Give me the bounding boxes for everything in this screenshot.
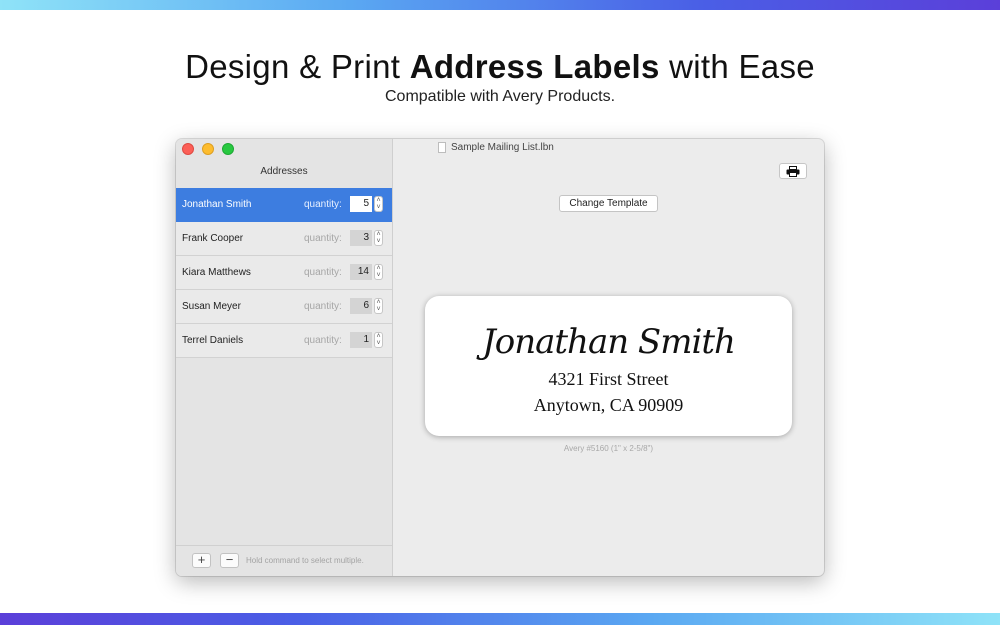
selection-hint: Hold command to select multiple. [246,556,364,565]
headline-text-post: with Ease [659,48,815,85]
template-caption: Avery #5160 (1" x 2-5/8") [563,444,654,453]
print-button[interactable] [779,163,807,179]
quantity-field[interactable]: 6 [350,298,372,314]
window-title: Sample Mailing List.lbn [438,142,554,153]
sidebar-title: Addresses [260,166,308,177]
document-title: Sample Mailing List.lbn [451,142,554,153]
chevron-up-icon[interactable]: ˄ [375,333,382,340]
bottom-gradient-bar [0,613,1000,625]
quantity-label: quantity: [304,267,342,278]
chevron-down-icon[interactable]: ˅ [375,238,382,245]
label-recipient-name: Jonathan Smith [482,322,736,362]
quantity-field[interactable]: 1 [350,332,372,348]
quantity-label: quantity: [304,233,342,244]
address-row[interactable]: Jonathan Smith quantity: 5 ˄ ˅ [176,188,392,222]
chevron-up-icon[interactable]: ˄ [375,197,382,204]
address-name: Jonathan Smith [182,199,252,210]
quantity-label: quantity: [304,301,342,312]
chevron-down-icon[interactable]: ˅ [375,340,382,347]
chevron-down-icon[interactable]: ˅ [375,306,382,313]
quantity-label: quantity: [304,199,342,210]
quantity-field[interactable]: 5 [350,196,372,212]
chevron-down-icon[interactable]: ˅ [375,272,382,279]
address-name: Susan Meyer [182,301,241,312]
address-row[interactable]: Susan Meyer quantity: 6 ˄ ˅ [176,290,392,324]
chevron-up-icon[interactable]: ˄ [375,231,382,238]
quantity-stepper[interactable]: ˄ ˅ [374,332,383,348]
top-gradient-bar [0,0,1000,10]
quantity-field[interactable]: 14 [350,264,372,280]
address-name: Kiara Matthews [182,267,251,278]
address-row[interactable]: Frank Cooper quantity: 3 ˄ ˅ [176,222,392,256]
headline-text-bold: Address Labels [409,48,660,85]
sidebar-footer: + − Hold command to select multiple. [176,545,392,576]
quantity-stepper[interactable]: ˄ ˅ [374,230,383,246]
address-name: Frank Cooper [182,233,244,244]
address-row[interactable]: Kiara Matthews quantity: 14 ˄ ˅ [176,256,392,290]
chevron-up-icon[interactable]: ˄ [375,299,382,306]
label-city-state-zip: Anytown, CA 90909 [533,395,684,415]
app-window: Addresses Jonathan Smith quantity: 5 ˄ ˅ … [176,139,824,576]
addresses-sidebar: Addresses Jonathan Smith quantity: 5 ˄ ˅ … [176,139,393,576]
zoom-window-button[interactable] [222,143,234,155]
label-street: 4321 First Street [548,369,669,389]
quantity-stepper[interactable]: ˄ ˅ [374,196,383,212]
address-list: Jonathan Smith quantity: 5 ˄ ˅ Frank Coop… [176,188,392,358]
quantity-field[interactable]: 3 [350,230,372,246]
remove-address-button[interactable]: − [220,553,239,568]
quantity-stepper[interactable]: ˄ ˅ [374,298,383,314]
headline-text-pre: Design & Print [185,48,410,85]
printer-icon [786,165,800,177]
document-icon [438,142,446,153]
chevron-up-icon[interactable]: ˄ [375,265,382,272]
quantity-label: quantity: [304,335,342,346]
minimize-window-button[interactable] [202,143,214,155]
address-name: Terrel Daniels [182,335,244,346]
hero-headline: Design & Print Address Labels with Ease [0,48,1000,86]
change-template-button[interactable]: Change Template [559,195,658,212]
quantity-stepper[interactable]: ˄ ˅ [374,264,383,280]
address-row[interactable]: Terrel Daniels quantity: 1 ˄ ˅ [176,324,392,358]
add-address-button[interactable]: + [192,553,211,568]
close-window-button[interactable] [182,143,194,155]
address-label-preview: Jonathan Smith 4321 First Street Anytown… [425,296,792,436]
label-preview-pane: Sample Mailing List.lbn Change Template … [393,139,824,576]
window-controls [182,143,234,155]
chevron-down-icon[interactable]: ˅ [375,204,382,211]
hero-subtitle: Compatible with Avery Products. [384,88,616,105]
